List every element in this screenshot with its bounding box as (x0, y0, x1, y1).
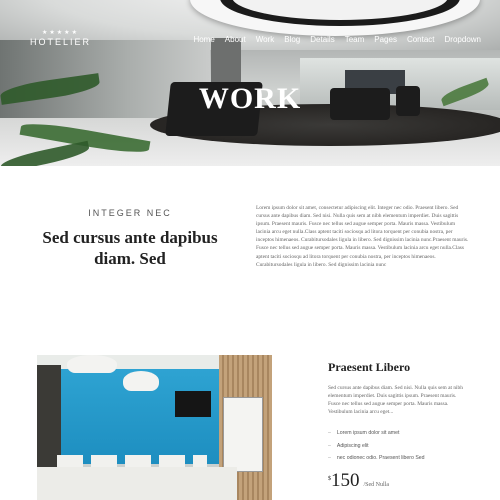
nav-contact[interactable]: Contact (402, 35, 440, 44)
feature-description: Sed cursus ante dapibus diam. Sed nisi. … (328, 385, 463, 416)
nav-pages[interactable]: Pages (369, 35, 402, 44)
list-item: – nec odionec odio. Praesent libero Sed (328, 452, 468, 465)
nav-team[interactable]: Team (340, 35, 370, 44)
main-nav: Home About Work Blog Details Team Pages … (188, 35, 481, 44)
office-photo (37, 355, 272, 500)
nav-blog[interactable]: Blog (279, 35, 305, 44)
intro-body: Lorem ipsum dolor sit amet, consectetur … (256, 205, 469, 268)
feature-title: Praesent Libero (328, 360, 411, 374)
dash-icon: – (328, 430, 331, 437)
list-item-label: Adipiscing elit (336, 442, 369, 449)
price-tag: $150 /Sed Nulla (328, 470, 389, 492)
dash-icon: – (328, 442, 331, 449)
brand-logo[interactable]: ★★★★★ HOTELIER (30, 30, 91, 47)
intro-title: Sed cursus ante dapibus diam. Sed (42, 228, 218, 268)
pendant-lamp (123, 371, 159, 391)
rating-stars-icon: ★★★★★ (42, 30, 79, 36)
feature-block: Praesent Libero Sed cursus ante dapibus … (328, 360, 468, 465)
dash-icon: – (328, 455, 331, 462)
intro-kicker: INTEGER NEC (88, 208, 172, 218)
nav-work[interactable]: Work (251, 35, 280, 44)
price-currency: $ (328, 476, 331, 482)
list-item-label: Lorem ipsum dolor sit amet (336, 430, 400, 437)
page-title: WORK (198, 82, 302, 115)
price-period: /Sed Nulla (363, 482, 390, 488)
list-item-label: nec odionec odio. Praesent libero Sed (336, 455, 425, 462)
nav-home[interactable]: Home (188, 35, 219, 44)
hero-banner: ★★★★★ HOTELIER Home About Work Blog Deta… (0, 0, 500, 166)
photo-table (37, 467, 237, 500)
nav-details[interactable]: Details (305, 35, 339, 44)
nav-dropdown[interactable]: Dropdown (440, 35, 481, 44)
intro-heading-block: INTEGER NEC Sed cursus ante dapibus diam… (30, 208, 230, 269)
price-amount: 150 (331, 470, 360, 491)
list-item: – Adipiscing elit (328, 440, 468, 453)
nav-about[interactable]: About (220, 35, 251, 44)
photo-tv (175, 391, 211, 417)
brand-name: HOTELIER (30, 37, 92, 47)
list-item: – Lorem ipsum dolor sit amet (328, 427, 468, 440)
photo-whiteboard (223, 397, 263, 472)
feature-list: – Lorem ipsum dolor sit amet – Adipiscing … (328, 427, 468, 465)
pendant-lamp (67, 355, 117, 373)
